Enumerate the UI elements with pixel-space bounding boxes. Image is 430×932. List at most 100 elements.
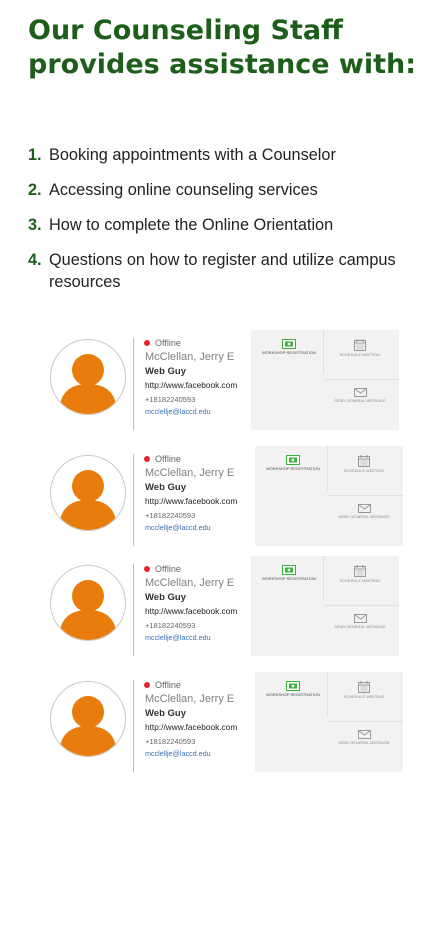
divider: [323, 556, 324, 600]
send-message-button[interactable]: SEND GENERAL MESSAGE: [333, 501, 395, 520]
divider: [324, 605, 399, 606]
counselor-phone[interactable]: +18182240593: [145, 511, 195, 520]
action-panel: WORKSHOP REGISTRATION SCHEDULE MEETING S…: [251, 556, 399, 656]
status-dot-icon: [144, 682, 150, 688]
user-avatar-icon: [50, 565, 126, 641]
schedule-meeting-button[interactable]: SCHEDULE MEETING: [333, 452, 395, 474]
counselor-name: McClellan, Jerry E: [145, 467, 235, 479]
counselor-card: Offline McClellan, Jerry E Web Guy http:…: [48, 330, 403, 434]
calendar-icon: [358, 681, 370, 693]
counselor-title: Web Guy: [145, 708, 186, 719]
counselor-info: Offline McClellan, Jerry E Web Guy http:…: [133, 454, 250, 546]
counselor-name: McClellan, Jerry E: [145, 351, 235, 363]
counselor-email-link[interactable]: mcclellje@laccd.edu: [145, 633, 211, 642]
workshop-registration-label: WORKSHOP REGISTRATION: [262, 577, 316, 581]
counselor-title: Web Guy: [145, 366, 186, 377]
counselor-title: Web Guy: [145, 482, 186, 493]
page-title: Our Counseling Staff provides assistance…: [28, 15, 417, 80]
counselor-email-link[interactable]: mcclellje@laccd.edu: [145, 749, 211, 758]
schedule-meeting-button[interactable]: SCHEDULE MEETING: [333, 678, 395, 700]
list-text: Booking appointments with a Counselor: [49, 146, 336, 164]
counselor-website-link[interactable]: http://www.facebook.com: [145, 380, 237, 390]
workshop-registration-button[interactable]: WORKSHOP REGISTRATION: [263, 678, 323, 698]
list-text: How to complete the Online Orientation: [49, 216, 334, 234]
counselor-card: Offline McClellan, Jerry E Web Guy http:…: [48, 556, 403, 660]
divider: [323, 330, 324, 374]
user-avatar-icon: [50, 339, 126, 415]
status-text: Offline: [155, 338, 181, 348]
list-item: 4. Questions on how to register and util…: [28, 249, 420, 293]
list-item: 3. How to complete the Online Orientatio…: [28, 214, 420, 236]
list-number: 2.: [28, 181, 42, 199]
status-text: Offline: [155, 680, 181, 690]
send-message-button[interactable]: SEND GENERAL MESSAGE: [333, 727, 395, 746]
workshop-registration-icon: [286, 455, 300, 465]
send-message-label: SEND GENERAL MESSAGE: [334, 399, 386, 403]
counselor-website-link[interactable]: http://www.facebook.com: [145, 606, 237, 616]
calendar-icon: [354, 565, 366, 577]
user-avatar-icon: [50, 681, 126, 757]
calendar-icon: [358, 455, 370, 467]
counselor-phone[interactable]: +18182240593: [145, 395, 195, 404]
counselor-email-link[interactable]: mcclellje@laccd.edu: [145, 407, 211, 416]
counselor-name: McClellan, Jerry E: [145, 577, 235, 589]
counselor-card: Offline McClellan, Jerry E Web Guy http:…: [48, 446, 403, 550]
list-text: Accessing online counseling services: [49, 181, 318, 199]
divider: [328, 721, 403, 722]
counselor-website-link[interactable]: http://www.facebook.com: [145, 496, 237, 506]
assistance-list: 1. Booking appointments with a Counselor…: [28, 144, 420, 293]
divider: [324, 379, 399, 380]
schedule-meeting-button[interactable]: SCHEDULE MEETING: [329, 562, 391, 584]
status-indicator: Offline: [144, 454, 181, 464]
counselor-email-link[interactable]: mcclellje@laccd.edu: [145, 523, 211, 532]
list-number: 1.: [28, 146, 42, 164]
status-indicator: Offline: [144, 680, 181, 690]
send-message-button[interactable]: SEND GENERAL MESSAGE: [329, 385, 391, 404]
envelope-icon: [353, 388, 367, 397]
list-text: Questions on how to register and utilize…: [49, 251, 396, 291]
status-indicator: Offline: [144, 338, 181, 348]
counselor-title: Web Guy: [145, 592, 186, 603]
counselor-phone[interactable]: +18182240593: [145, 621, 195, 630]
status-dot-icon: [144, 456, 150, 462]
send-message-button[interactable]: SEND GENERAL MESSAGE: [329, 611, 391, 630]
counselor-info: Offline McClellan, Jerry E Web Guy http:…: [133, 338, 250, 430]
counselor-info: Offline McClellan, Jerry E Web Guy http:…: [133, 680, 250, 772]
user-avatar-icon: [50, 455, 126, 531]
calendar-icon: [354, 339, 366, 351]
workshop-registration-button[interactable]: WORKSHOP REGISTRATION: [259, 562, 319, 582]
workshop-registration-button[interactable]: WORKSHOP REGISTRATION: [263, 452, 323, 472]
envelope-icon: [357, 504, 371, 513]
schedule-meeting-label: SCHEDULE MEETING: [343, 695, 385, 699]
counselor-name: McClellan, Jerry E: [145, 693, 235, 705]
counselor-phone[interactable]: +18182240593: [145, 737, 195, 746]
status-indicator: Offline: [144, 564, 181, 574]
status-text: Offline: [155, 454, 181, 464]
list-number: 3.: [28, 216, 42, 234]
counselor-info: Offline McClellan, Jerry E Web Guy http:…: [133, 564, 250, 656]
workshop-registration-icon: [286, 681, 300, 691]
send-message-label: SEND GENERAL MESSAGE: [338, 515, 390, 519]
list-item: 1. Booking appointments with a Counselor: [28, 144, 420, 166]
status-dot-icon: [144, 566, 150, 572]
counselor-card: Offline McClellan, Jerry E Web Guy http:…: [48, 672, 403, 776]
schedule-meeting-label: SCHEDULE MEETING: [343, 469, 385, 473]
list-number: 4.: [28, 251, 42, 269]
action-panel: WORKSHOP REGISTRATION SCHEDULE MEETING S…: [251, 330, 399, 430]
divider: [327, 446, 328, 490]
workshop-registration-label: WORKSHOP REGISTRATION: [266, 693, 320, 697]
envelope-icon: [357, 730, 371, 739]
counselor-website-link[interactable]: http://www.facebook.com: [145, 722, 237, 732]
status-text: Offline: [155, 564, 181, 574]
send-message-label: SEND GENERAL MESSAGE: [338, 741, 390, 745]
envelope-icon: [353, 614, 367, 623]
divider: [327, 672, 328, 716]
workshop-registration-icon: [282, 339, 296, 349]
list-item: 2. Accessing online counseling services: [28, 179, 420, 201]
workshop-registration-button[interactable]: WORKSHOP REGISTRATION: [259, 336, 319, 356]
action-panel: WORKSHOP REGISTRATION SCHEDULE MEETING S…: [255, 672, 403, 772]
schedule-meeting-label: SCHEDULE MEETING: [339, 579, 381, 583]
workshop-registration-label: WORKSHOP REGISTRATION: [266, 467, 320, 471]
action-panel: WORKSHOP REGISTRATION SCHEDULE MEETING S…: [255, 446, 403, 546]
schedule-meeting-button[interactable]: SCHEDULE MEETING: [329, 336, 391, 358]
